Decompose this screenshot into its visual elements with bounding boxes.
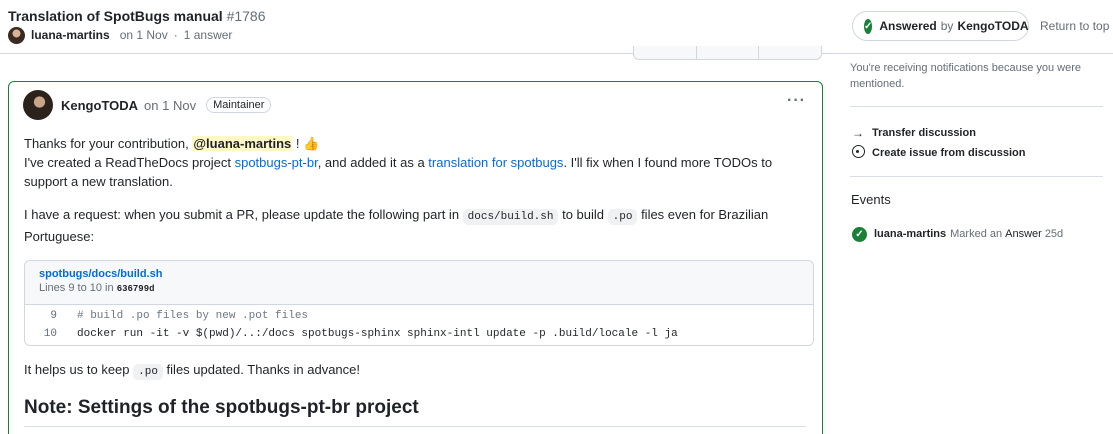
event-text: Marked an [950,228,1003,240]
event-answer-link[interactable]: Answer [1005,228,1042,240]
text: I've created a ReadTheDocs project [24,155,235,170]
code-line: 10 docker run -it -v $(pwd)/..:/docs spo… [25,325,813,343]
text: , and added it as a [317,155,429,170]
create-issue-label: Create issue from discussion [872,147,1026,159]
comment-body: Thanks for your contribution, @luana-mar… [24,134,814,427]
transfer-label: Transfer discussion [872,127,976,139]
comment-header: KengoTODA on 1 Nov Maintainer [23,90,272,120]
commenter-name[interactable]: KengoTODA [61,98,138,113]
text: files updated. Thanks in advance! [162,362,360,377]
lines-label: Lines 9 to 10 in [39,282,114,294]
event-user-link[interactable]: luana-martins [874,228,946,240]
discussion-sticky-header: Translation of SpotBugs manual #1786 lua… [0,0,1113,54]
transfer-discussion-button[interactable]: → Transfer discussion [851,125,976,141]
text: I have a request: when you submit a PR, … [24,207,463,222]
line-number[interactable]: 9 [25,307,71,325]
check-circle-icon: ✓ [852,226,867,242]
inline-code: .po [607,209,638,225]
comment-toolbar-buttons [633,46,822,60]
translation-link[interactable]: translation for spotbugs [428,155,563,170]
commenter-avatar[interactable] [23,90,53,120]
text: ! 👍 [292,136,320,151]
toolbar-button[interactable] [697,46,760,59]
author-link[interactable]: luana-martins [31,28,110,42]
text: It helps us to keep [24,362,134,377]
issue-opened-icon [851,145,865,161]
commit-sha-link[interactable]: 636799d [117,284,155,294]
create-issue-button[interactable]: Create issue from discussion [851,145,1025,161]
toolbar-button[interactable] [634,46,697,59]
snippet-code: 9 # build .po files by new .pot files 10… [25,305,813,345]
event-time: 25d [1044,228,1064,240]
code-snippet: spotbugs/docs/build.sh Lines 9 to 10 in … [24,260,814,346]
arrow-right-icon: → [852,126,864,140]
sidebar-divider [850,106,1103,107]
answered-label: Answered [879,19,937,33]
text: Thanks for your contribution, [24,136,193,151]
answer-comment: KengoTODA on 1 Nov Maintainer ··· Thanks… [8,81,823,434]
line-number[interactable]: 10 [25,325,71,343]
user-mention[interactable]: @luana-martins [192,136,293,151]
snippet-lines-info: Lines 9 to 10 in 636799d [39,281,799,297]
notification-reason: You're receiving notifications because y… [850,62,1081,90]
inline-code: docs/build.sh [462,209,559,225]
answered-badge[interactable]: ✓ Answered by KengoTODA [852,11,1029,41]
text: to build [558,207,608,222]
answered-user: KengoTODA [957,19,1029,33]
code-text: docker run -it -v $(pwd)/..:/docs spotbu… [77,328,678,340]
inline-code: .po [133,364,163,380]
discussion-date: on 1 Nov [119,28,168,42]
check-circle-icon: ✓ [864,18,873,34]
title-text: Translation of SpotBugs manual [8,8,223,24]
author-avatar[interactable] [8,26,25,44]
comment-date[interactable]: on 1 Nov [144,98,196,113]
code-line: 9 # build .po files by new .pot files [25,307,813,325]
meta-separator: · [173,28,178,42]
kebab-horizontal-icon[interactable]: ··· [787,92,806,110]
discussion-number: #1786 [226,8,266,24]
event-item: ✓ luana-martins Marked an Answer 25d [852,226,1063,242]
paragraph: Thanks for your contribution, @luana-mar… [24,134,814,191]
answer-count[interactable]: 1 answer [184,28,233,42]
discussion-meta: luana-martins on 1 Nov · 1 answer [8,26,232,44]
answered-by-text: by [940,19,954,33]
project-link[interactable]: spotbugs-pt-br [235,155,318,170]
return-to-top-link[interactable]: Return to top [1040,19,1109,33]
events-heading: Events [851,192,891,207]
section-heading: Note: Settings of the spotbugs-pt-br pro… [24,396,806,427]
paragraph: I have a request: when you submit a PR, … [24,205,814,246]
toolbar-button[interactable] [759,46,821,59]
sidebar-divider [850,176,1103,177]
snippet-file-link[interactable]: spotbugs/docs/build.sh [39,267,799,281]
maintainer-badge: Maintainer [206,97,272,113]
paragraph: It helps us to keep .po files updated. T… [24,360,814,382]
code-text: # build .po files by new .pot files [77,310,309,322]
snippet-header: spotbugs/docs/build.sh Lines 9 to 10 in … [25,261,813,305]
discussion-title: Translation of SpotBugs manual #1786 [8,8,266,24]
